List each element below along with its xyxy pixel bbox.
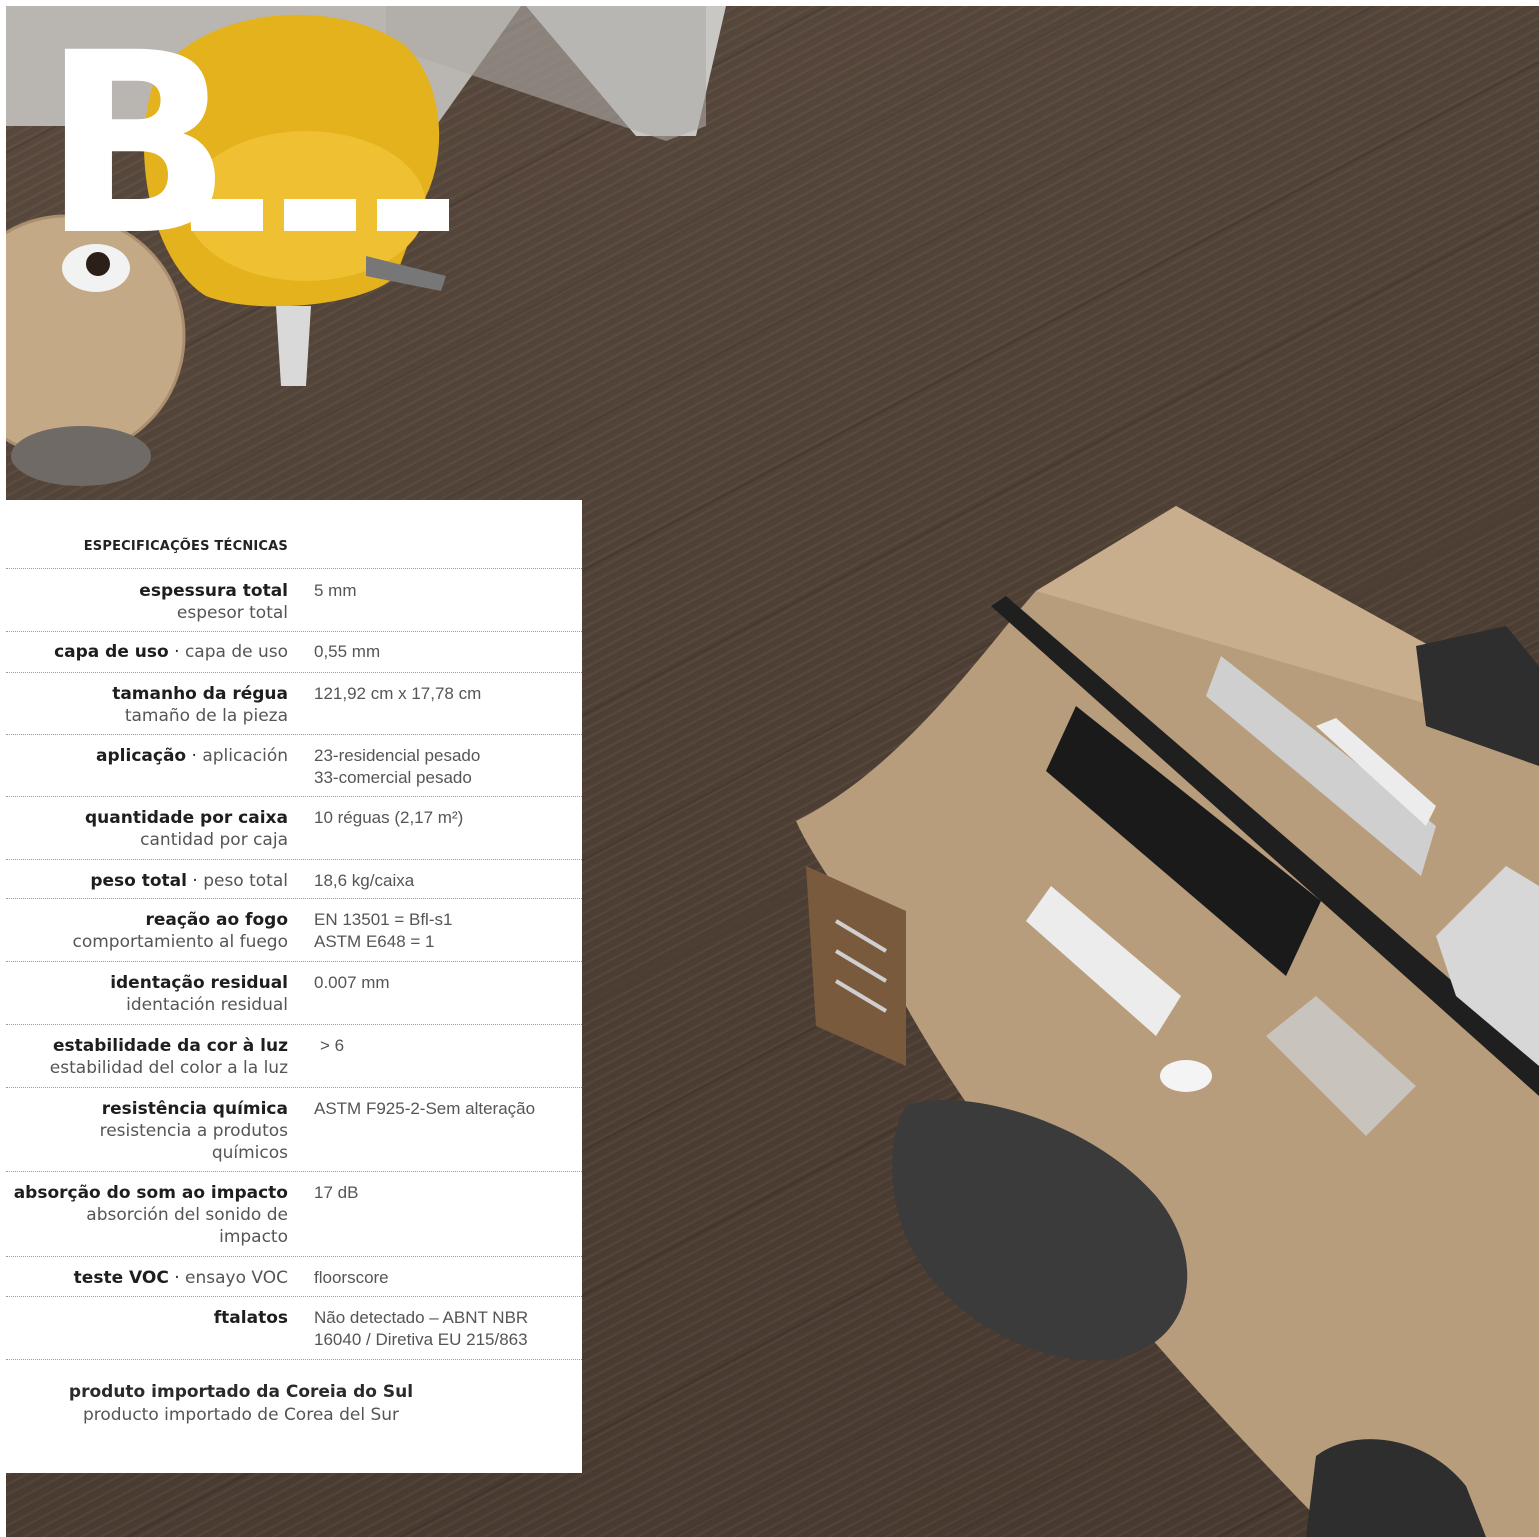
divider — [6, 1087, 582, 1088]
specs-heading: ESPECIFICAÇÕES TÉCNICAS — [83, 539, 288, 554]
spec-label-es: tamaño de la pieza — [124, 706, 288, 726]
mouse — [1160, 1060, 1212, 1092]
spec-label-es: cantidad por caja — [140, 830, 288, 850]
divider — [6, 961, 582, 962]
brand-dash — [377, 199, 449, 231]
spec-value: 23-residencial pesado — [314, 746, 481, 765]
spec-label-es: comportamiento al fuego — [72, 932, 288, 952]
footer-pt: produto importado da Coreia do Sul — [68, 1382, 414, 1402]
spec-label-es: identación residual — [126, 995, 288, 1015]
divider — [6, 672, 582, 673]
spec-value: 16040 / Diretiva EU 215/863 — [314, 1330, 528, 1349]
spec-label-es: espesor total — [176, 603, 288, 623]
spec-label-pt: peso total — [90, 871, 187, 891]
spec-value: 5 mm — [314, 581, 357, 600]
divider — [6, 898, 582, 899]
divider — [6, 859, 582, 860]
divider — [6, 568, 582, 569]
spec-value: 18,6 kg/caixa — [314, 871, 415, 890]
spec-label-es: estabilidad del color a la luz — [49, 1058, 288, 1078]
divider — [6, 1256, 582, 1257]
footer-es: producto importado de Corea del Sur — [82, 1405, 400, 1425]
brand-dash — [191, 199, 263, 231]
spec-label-es: absorción del sonido de impacto — [86, 1205, 288, 1247]
spec-value: > 6 — [320, 1036, 345, 1055]
spec-label-pt: absorção do som ao impacto — [13, 1183, 288, 1203]
spec-value: 17 dB — [314, 1183, 359, 1202]
spec-label-pt: capa de uso — [54, 642, 169, 662]
spec-label-es: resistencia a produtos químicos — [99, 1121, 288, 1163]
spec-value: 0.007 mm — [314, 973, 390, 992]
spec-label-es: peso total — [203, 871, 288, 891]
spec-value: ASTM E648 = 1 — [314, 932, 435, 951]
spec-label-pt: reação ao fogo — [145, 910, 288, 930]
divider — [6, 734, 582, 735]
spec-value: 10 réguas (2,17 m²) — [314, 808, 464, 827]
spec-value: 33-comercial pesado — [314, 768, 472, 787]
divider — [6, 1296, 582, 1297]
spec-label-pt: estabilidade da cor à luz — [53, 1036, 288, 1056]
divider — [6, 1024, 582, 1025]
spec-label-es: ensayo VOC — [185, 1268, 288, 1288]
spec-label-pt: resistência química — [101, 1099, 288, 1119]
technical-specs-panel: ESPECIFICAÇÕES TÉCNICAS espessura total e… — [6, 500, 582, 1473]
spec-value: ASTM F925-2-Sem alteração — [314, 1099, 536, 1118]
divider — [6, 1359, 582, 1360]
brand-dash — [284, 199, 356, 231]
spec-label-pt: aplicação — [96, 746, 187, 766]
spec-label-es: capa de uso — [184, 642, 288, 662]
import-origin-note: produto importado da Coreia do Sul produ… — [6, 1381, 476, 1427]
spec-label-pt: identação residual — [110, 973, 288, 993]
brand-letter: B — [42, 6, 233, 290]
spec-value: floorscore — [314, 1268, 389, 1287]
spec-label-pt: ftalatos — [213, 1308, 288, 1328]
divider — [6, 796, 582, 797]
spec-value: 0,55 mm — [314, 642, 381, 661]
spec-value: EN 13501 = Bfl-s1 — [314, 910, 453, 929]
divider — [6, 631, 582, 632]
spec-label-pt: teste VOC — [73, 1268, 169, 1288]
spec-label-pt: espessura total — [139, 581, 288, 601]
spec-value: Não detectado – ABNT NBR — [314, 1308, 529, 1327]
spec-label-es: aplicación — [202, 746, 288, 766]
spec-label-pt: tamanho da régua — [112, 684, 288, 704]
spec-value: 121,92 cm x 17,78 cm — [314, 684, 482, 703]
divider — [6, 1171, 582, 1172]
spec-label-pt: quantidade por caixa — [84, 808, 288, 828]
